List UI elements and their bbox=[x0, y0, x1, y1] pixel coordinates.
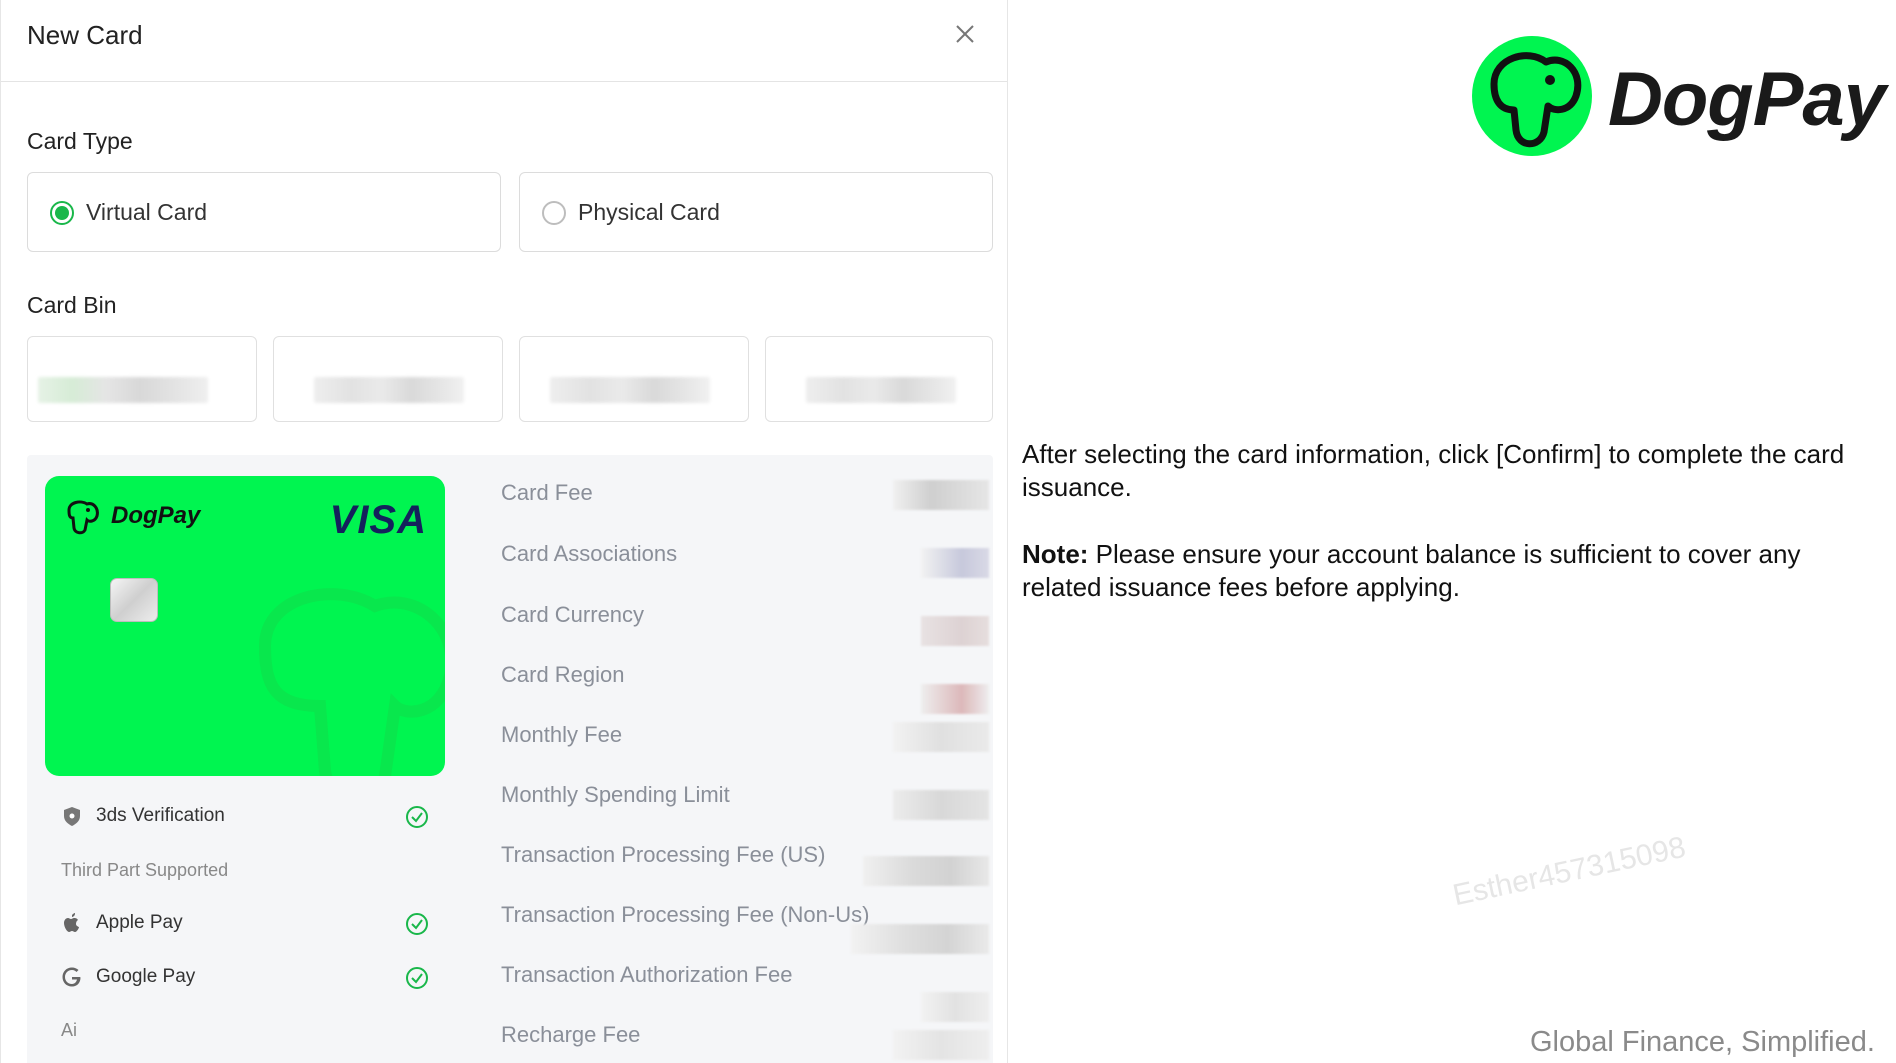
brand-logo-circle bbox=[1472, 36, 1592, 156]
virtual-card-radio[interactable] bbox=[50, 201, 74, 225]
fee-label-monthly-spending-limit: Monthly Spending Limit bbox=[501, 782, 730, 807]
fee-label-card-fee: Card Fee bbox=[501, 480, 593, 505]
close-icon bbox=[956, 25, 974, 43]
modal-header: New Card bbox=[1, 0, 1007, 82]
tagline: Global Finance, Simplified. bbox=[1530, 1026, 1875, 1058]
blurred-fee-value bbox=[893, 1030, 989, 1060]
card-brand-name: DogPay bbox=[111, 502, 201, 529]
blurred-fee-value bbox=[921, 684, 989, 714]
card-preview: DogPay VISA bbox=[45, 476, 445, 776]
close-button[interactable] bbox=[949, 18, 981, 50]
fee-label-card-currency: Card Currency bbox=[501, 602, 645, 627]
apple-icon bbox=[64, 913, 79, 932]
feature-google-pay: Google Pay bbox=[96, 966, 196, 987]
blurred-bin-value bbox=[550, 377, 710, 403]
blurred-bin-value bbox=[38, 377, 208, 403]
note-label: Note: bbox=[1022, 539, 1089, 569]
check-circle-icon bbox=[406, 806, 428, 828]
modal-title: New Card bbox=[27, 20, 143, 50]
check-circle-icon bbox=[406, 967, 428, 989]
blurred-fee-value bbox=[893, 722, 989, 752]
fee-label-transaction-processing-fee-us: Transaction Processing Fee (US) bbox=[501, 842, 826, 867]
feature-apple-pay: Apple Pay bbox=[96, 912, 183, 933]
feature-3ds-verification: 3ds Verification bbox=[96, 805, 225, 826]
check-circle-icon bbox=[406, 913, 428, 935]
ai-label: Ai bbox=[61, 1020, 78, 1040]
physical-card-label: Physical Card bbox=[578, 199, 720, 225]
card-bin-label: Card Bin bbox=[27, 292, 117, 318]
virtual-card-option[interactable]: Virtual Card bbox=[27, 172, 501, 252]
blurred-fee-value bbox=[921, 548, 989, 578]
card-bin-option-4[interactable] bbox=[765, 336, 993, 422]
new-card-modal: New Card Card Type Virtual Card Physical… bbox=[0, 0, 1008, 1063]
blurred-fee-value bbox=[893, 790, 989, 820]
blurred-bin-value bbox=[314, 377, 464, 403]
fee-label-card-associations: Card Associations bbox=[501, 541, 678, 566]
blurred-fee-value bbox=[851, 924, 989, 954]
card-type-label: Card Type bbox=[27, 128, 133, 154]
watermark-text: Esther457315098 bbox=[1450, 830, 1689, 913]
physical-card-radio[interactable] bbox=[542, 201, 566, 225]
dog-logo-icon bbox=[1490, 52, 1582, 148]
fee-label-recharge-fee: Recharge Fee bbox=[501, 1022, 641, 1047]
card-bin-option-1[interactable] bbox=[27, 336, 257, 422]
dog-logo-icon bbox=[67, 500, 99, 535]
dog-watermark-icon bbox=[258, 588, 445, 776]
fee-label-monthly-fee: Monthly Fee bbox=[501, 722, 623, 747]
fee-label-transaction-processing-fee-non-us: Transaction Processing Fee (Non-Us) bbox=[501, 902, 870, 927]
card-bin-option-2[interactable] bbox=[273, 336, 503, 422]
brand-name: DogPay bbox=[1608, 57, 1886, 142]
note-body: Please ensure your account balance is su… bbox=[1022, 539, 1801, 602]
card-network-logo: VISA bbox=[329, 498, 427, 542]
blurred-fee-value bbox=[921, 616, 989, 646]
virtual-card-label: Virtual Card bbox=[86, 199, 208, 225]
blurred-fee-value bbox=[893, 480, 989, 510]
blurred-bin-value bbox=[806, 377, 956, 403]
physical-card-option[interactable]: Physical Card bbox=[519, 172, 993, 252]
blurred-fee-value bbox=[863, 856, 989, 886]
shield-icon bbox=[64, 807, 80, 826]
fee-label-card-region: Card Region bbox=[501, 662, 625, 687]
instruction-text: After selecting the card information, cl… bbox=[1022, 439, 1845, 502]
fee-label-transaction-authorization-fee: Transaction Authorization Fee bbox=[501, 962, 793, 987]
card-bin-option-3[interactable] bbox=[519, 336, 749, 422]
card-chip-icon bbox=[110, 578, 158, 622]
blurred-fee-value bbox=[921, 992, 989, 1022]
third-party-supported-label: Third Part Supported bbox=[61, 860, 229, 880]
google-icon bbox=[62, 967, 81, 987]
note-text: Note: Please ensure your account balance… bbox=[1022, 538, 1872, 604]
